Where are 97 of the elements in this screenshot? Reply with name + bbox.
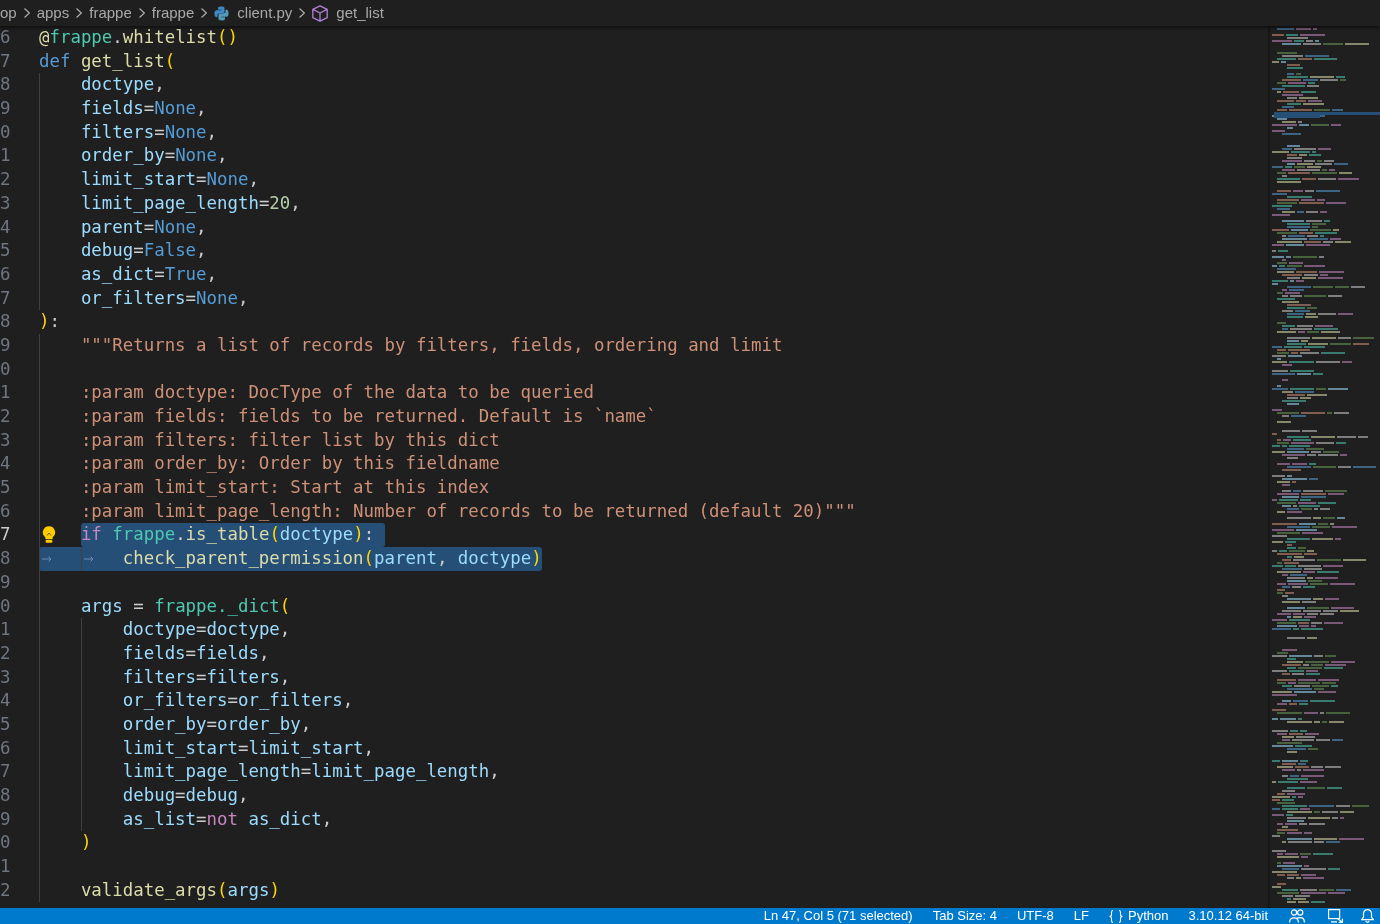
status-bar-item[interactable]: Tab Size: 4 (922, 908, 1007, 924)
line-number: 7 (0, 286, 11, 310)
line-number: 2 (0, 168, 11, 192)
code-line: limit_start=None, (80, 168, 259, 192)
code-line: limit_page_length=limit_page_length, (122, 760, 500, 784)
breadcrumb-item[interactable]: op (0, 0, 17, 26)
status-bar-item[interactable]: Ln 47, Col 5 (71 selected) (753, 908, 923, 924)
code-line: def get_list( (39, 49, 176, 73)
line-number: 4 (0, 215, 11, 239)
line-number: 9 (0, 807, 11, 831)
line-number: 3 (0, 665, 11, 689)
code-line: :param order_by: Order by this fieldname (80, 452, 500, 476)
code-line: or_filters=or_filters, (122, 689, 354, 713)
line-number: 0 (0, 120, 11, 144)
window-icon (1327, 909, 1343, 923)
code-line: :param limit_start: Start at this index (80, 476, 490, 500)
python-file-icon (214, 5, 230, 21)
code-line: check_parent_permission(parent, doctype) (122, 547, 542, 571)
code-line: args = frappe._dict( (80, 594, 291, 618)
code-line: :param fields: fields to be returned. Default is `name` (80, 405, 657, 428)
line-number: 1 (0, 381, 11, 405)
line-number: 1 (0, 618, 11, 642)
line-number: 2 (0, 878, 11, 902)
status-bar-item[interactable]: Python (1099, 908, 1179, 924)
line-number: 5 (0, 712, 11, 736)
code-line: fields=None, (80, 97, 207, 121)
breadcrumb-item[interactable]: frappe (89, 0, 132, 26)
status-bar-item[interactable]: UTF-8 (1007, 908, 1064, 924)
line-number: 5 (0, 476, 11, 500)
line-number: 8 (0, 547, 11, 571)
line-number: 0 (0, 831, 11, 855)
line-number: 9 (0, 97, 11, 121)
line-number: 0 (0, 594, 11, 618)
code-line: debug=False, (80, 239, 207, 263)
code-line: debug=debug, (122, 784, 249, 807)
code-line: :param doctype: DocType of the data to be queried (80, 381, 594, 405)
code-line: fields=fields, (122, 641, 270, 665)
lightbulb-icon[interactable] (42, 526, 56, 544)
code-line: doctype=doctype, (122, 618, 291, 642)
code-line: """Returns a list of records by filters, fields, ordering and limit (80, 333, 783, 357)
line-number: 0 (0, 357, 11, 381)
line-number: 6 (0, 499, 11, 523)
line-number: 1 (0, 855, 11, 879)
code-line: filters=None, (80, 120, 218, 144)
breadcrumb-item[interactable]: apps (36, 0, 70, 26)
line-number: 8 (0, 310, 11, 334)
code-line: ): (39, 310, 60, 334)
code-line: @frappe.whitelist() (39, 26, 238, 49)
code-line: limit_start=limit_start, (122, 736, 375, 760)
line-number: 4 (0, 452, 11, 476)
code-line: limit_page_length=20, (80, 191, 301, 215)
line-number: 5 (0, 239, 11, 263)
code-line: as_dict=True, (80, 262, 218, 286)
braces-icon (1109, 909, 1123, 923)
breadcrumb-item[interactable]: frappe (151, 0, 195, 26)
status-bar-item[interactable]: 3.10.12 64-bit (1178, 908, 1278, 924)
line-number: 3 (0, 428, 11, 452)
chevron-right-icon (138, 8, 145, 18)
line-number: 2 (0, 641, 11, 665)
chevron-right-icon (201, 8, 208, 18)
chevron-right-icon (76, 8, 83, 18)
code-line: ) (80, 831, 92, 855)
breadcrumb-item[interactable]: client.py (214, 0, 293, 26)
chevron-right-icon (299, 8, 306, 18)
code-line: validate_args(args) (80, 878, 280, 902)
line-number: 7 (0, 523, 11, 547)
bell-icon (1360, 909, 1374, 923)
line-number: 6 (0, 262, 11, 286)
code-line: :param limit_page_length: Number of records to be returned (default 20)""" (80, 499, 856, 523)
tab-arrow-icon (42, 555, 52, 562)
line-number: 7 (0, 49, 11, 73)
code-line: :param filters: filter list by this dict (80, 428, 500, 452)
line-number: 8 (0, 73, 11, 97)
line-number: 6 (0, 26, 11, 49)
code-line: order_by=order_by, (122, 712, 312, 736)
line-number: 3 (0, 191, 11, 215)
status-bar-item[interactable]: LF (1063, 908, 1099, 924)
cube-icon (312, 4, 329, 22)
line-number: 4 (0, 689, 11, 713)
line-number: 1 (0, 144, 11, 168)
code-line: parent=None, (80, 215, 207, 239)
line-number: 9 (0, 570, 11, 594)
code-line: order_by=None, (80, 144, 228, 168)
code-line: filters=filters, (122, 665, 291, 689)
line-number: 8 (0, 784, 11, 807)
line-number: 9 (0, 333, 11, 357)
code-line: if frappe.is_table(doctype): (80, 523, 376, 547)
chevron-right-icon (23, 8, 30, 18)
breadcrumb-item[interactable]: get_list (312, 0, 384, 26)
people-icon (1289, 909, 1305, 923)
tab-arrow-icon (83, 555, 94, 562)
code-line: or_filters=None, (80, 286, 249, 310)
code-line: doctype, (80, 73, 165, 97)
line-number: 2 (0, 405, 11, 428)
line-number: 6 (0, 736, 11, 760)
line-number: 7 (0, 760, 11, 784)
code-line: as_list=not as_dict, (122, 807, 333, 831)
